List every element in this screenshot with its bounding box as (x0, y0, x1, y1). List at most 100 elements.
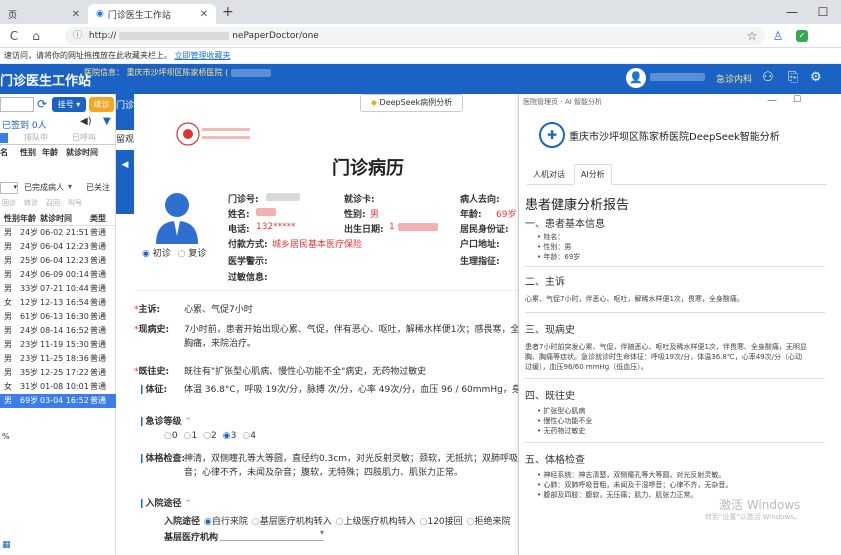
toolbar-transfer[interactable]: 转诊 (24, 198, 38, 210)
radio-icon[interactable]: ○ (336, 517, 344, 527)
table-row[interactable]: 男 25岁 06-04 12:23 普通 (0, 254, 116, 268)
vital-signs[interactable]: 体温 36.8°C，呼吸 19次/分，脉搏 次/分，心率 49次/分，血压 96… (184, 382, 546, 395)
urgency-option[interactable]: 1 (191, 431, 197, 441)
toolbar-return[interactable]: 回诊 (2, 198, 16, 210)
base-org-select[interactable]: ▾ (220, 528, 324, 541)
tab-queue[interactable]: 排队中 (24, 132, 48, 143)
toolbar-recall[interactable]: 召回 (46, 198, 60, 210)
user-name (650, 72, 705, 82)
present-illness[interactable]: 7小时前，患者开始出现心累、气促，伴有恶心、呕吐，解稀水样便1次；感畏寒，全身 (184, 322, 528, 335)
collapse-icon[interactable]: ◀ (116, 160, 134, 170)
radio-return-label[interactable]: 复诊 (188, 249, 206, 259)
admit-option[interactable]: 拒绝来院 (475, 517, 511, 527)
filter-select-value[interactable]: 已完成病人 (24, 182, 64, 193)
radio-icon[interactable]: ○ (164, 431, 172, 441)
tab-outpatient[interactable]: 门诊 (116, 94, 134, 112)
table-row[interactable]: 男 69岁 03-04 16:52 普通 (0, 394, 116, 408)
deepseek-analysis-button[interactable]: ◆ DeepSeek病例分析 (360, 94, 463, 112)
urgency-option[interactable]: 0 (172, 431, 178, 441)
tab-label: 页 (8, 10, 18, 21)
profile-icon[interactable]: ♙ (770, 28, 786, 44)
admit-option[interactable]: 120接回 (427, 517, 462, 527)
maximize-icon[interactable]: ☐ (808, 2, 838, 22)
clinic-no-redacted (266, 192, 300, 201)
table-row[interactable]: 男 24岁 08-14 16:52 普通 (0, 324, 116, 338)
admit-option[interactable]: 上级医疗机构转入 (344, 517, 416, 527)
toolbar-call[interactable]: 叫号 (68, 198, 82, 210)
leftover-text: % (2, 432, 10, 441)
minimize-icon[interactable]: — (777, 2, 807, 22)
filter-icon[interactable]: ▼ (103, 116, 111, 127)
radio-first-icon[interactable]: ◉ (142, 249, 150, 259)
label-card: 就诊卡: (344, 195, 375, 205)
browser-tab-2[interactable]: ◉ 门诊医生工作站 ✕ (88, 4, 216, 24)
lock-icon[interactable]: ⎘ (788, 70, 798, 85)
home-icon[interactable]: ⌂ (28, 28, 44, 44)
radio-icon[interactable]: ◉ (223, 431, 231, 441)
settings-icon[interactable]: ⚙ (810, 70, 822, 85)
radio-icon[interactable]: ○ (467, 517, 475, 527)
chevron-up-icon[interactable]: ⌃ (184, 417, 192, 427)
search-input[interactable] (0, 97, 34, 112)
past-history[interactable]: 既往有"扩张型心肌病、慢性心功能不全"病史，无药物过敏史 (184, 364, 426, 377)
tab-ai-analysis[interactable]: AI分析 (573, 164, 612, 185)
patient-list: 男 24岁 06-02 21:51 普通男 24岁 06-04 12:23 普通男 25岁 06… (0, 226, 116, 408)
table-row[interactable]: 男 24岁 06-09 00:14 普通 (0, 268, 116, 282)
section-basic-info: 一、患者基本信息 (525, 219, 605, 230)
maximize-icon[interactable]: ☐ (793, 95, 801, 105)
table-row[interactable]: 男 24岁 06-04 12:23 普通 (0, 240, 116, 254)
table-cell: 11-19 15:30 (40, 340, 89, 349)
radio-icon[interactable]: ○ (203, 431, 211, 441)
manage-favorites-link[interactable]: 立即管理收藏夹 (175, 51, 231, 60)
filter-select[interactable]: ▾ (0, 182, 18, 194)
divider (134, 290, 519, 291)
tab-observation[interactable]: 留观 (116, 130, 134, 150)
volume-icon[interactable]: ◀) (80, 116, 92, 127)
table-row[interactable]: 男 61岁 06-13 16:30 普通 (0, 310, 116, 324)
continue-button[interactable]: 续诊 (89, 97, 114, 112)
urgency-option[interactable]: 2 (211, 431, 217, 441)
urgency-option[interactable]: 3 (231, 431, 237, 441)
refresh-icon[interactable]: ⟳ (37, 97, 47, 111)
follow-button[interactable]: 已关注 (86, 182, 110, 193)
urgency-option[interactable]: 4 (250, 431, 256, 441)
physical-exam[interactable]: 神清，双侧瞳孔等大等圆，直径约0.3cm，对光反射灵敏；颈软，无抵抗；双肺呼吸 (184, 451, 518, 464)
admit-option[interactable]: 自行来院 (212, 517, 248, 527)
table-cell: 男 (4, 312, 12, 321)
present-illness-2[interactable]: 胸痛，来院治疗。 (184, 336, 256, 349)
url-field[interactable]: ⓘ http:// nePaperDoctor/one (65, 27, 765, 45)
table-row[interactable]: 男 23岁 11-25 18:36 普通 (0, 352, 116, 366)
physical-exam-2[interactable]: 音；心律不齐，未闻及杂音；腹软，无特殊；四肢肌力、肌张力正常。 (184, 465, 463, 478)
chevron-up-icon[interactable]: ⌃ (184, 499, 192, 509)
col-time: 就诊时间 (66, 148, 98, 157)
close-icon[interactable]: ✕ (72, 9, 80, 20)
table-row[interactable]: 女 12岁 12-13 16:54 普通 (0, 296, 116, 310)
table-row[interactable]: 男 24岁 06-02 21:51 普通 (0, 226, 116, 240)
minimize-icon[interactable]: — (767, 95, 777, 106)
browser-tab-1[interactable]: 页 ✕ (0, 4, 88, 24)
extension-icon[interactable]: ✓ (796, 30, 808, 42)
reload-icon[interactable]: C (6, 28, 22, 44)
table-row[interactable]: 男 35岁 12-25 17:22 普通 (0, 366, 116, 380)
users-icon[interactable]: ⚇ (762, 70, 774, 85)
new-tab-button[interactable]: + (222, 4, 234, 20)
star-icon[interactable]: ☆ (744, 28, 760, 44)
table-row[interactable]: 男 33岁 07-21 10:44 普通 (0, 282, 116, 296)
radio-first-label[interactable]: 初诊 (153, 249, 171, 259)
tab-chat[interactable]: 人机对话 (527, 165, 571, 184)
table-row[interactable]: 男 23岁 11-19 15:30 普通 (0, 338, 116, 352)
admit-option[interactable]: 基层医疗机构转入 (260, 517, 332, 527)
radio-icon[interactable]: ○ (252, 517, 260, 527)
table-cell: 12-25 17:22 (40, 368, 89, 377)
tab-called[interactable]: 已呼叫 (72, 132, 96, 143)
list-item-text: 腹部及四肢：腹软，无压痛；肌力、肌张力正常。 (543, 491, 698, 499)
register-button[interactable]: 挂号 ▾ (52, 97, 86, 112)
radio-return-icon[interactable]: ○ (178, 249, 186, 259)
close-icon[interactable]: ✕ (200, 9, 208, 20)
chief-complaint[interactable]: 心累、气促7小时 (184, 302, 253, 315)
table-row[interactable]: 女 31岁 01-08 10:01 普通 (0, 380, 116, 394)
radio-icon[interactable]: ◉ (204, 517, 212, 527)
chevron-down-icon[interactable]: ▾ (68, 182, 72, 191)
table-cell: 男 (4, 396, 12, 405)
menu-icon[interactable]: ▦ (2, 540, 11, 550)
